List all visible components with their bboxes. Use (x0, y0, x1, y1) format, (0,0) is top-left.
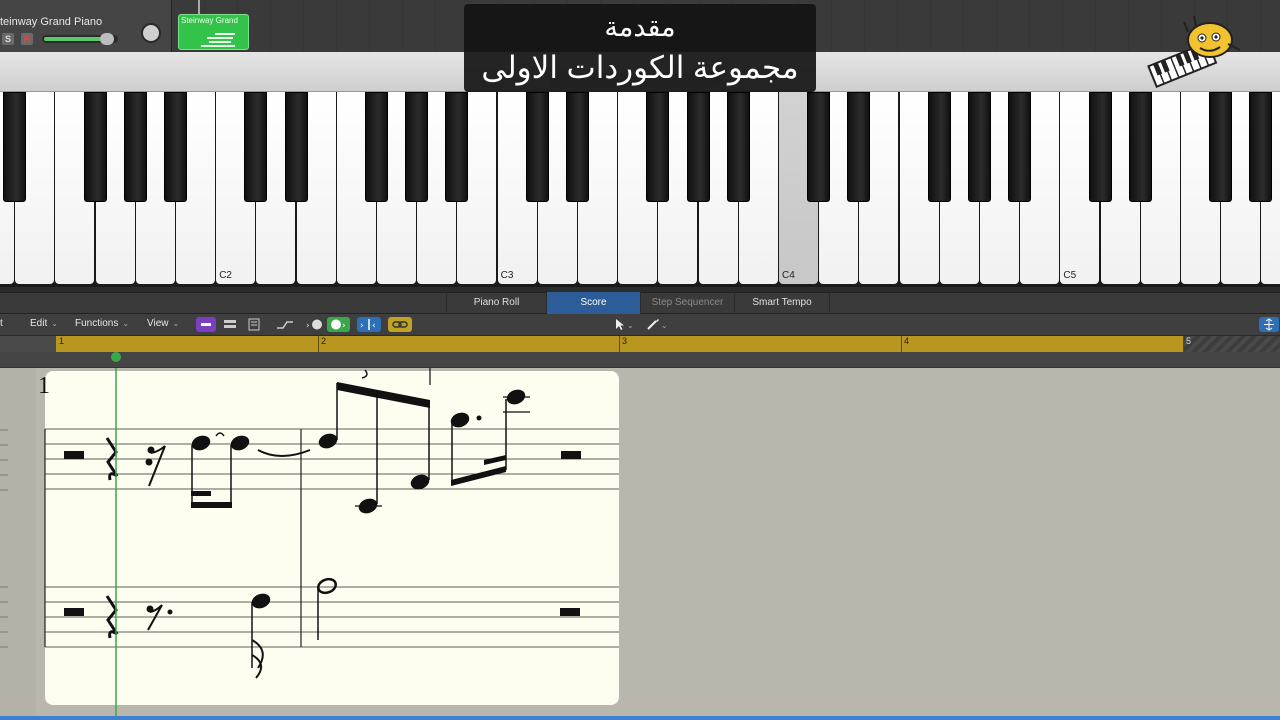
black-key[interactable] (1128, 92, 1152, 202)
tab-piano-roll[interactable]: Piano Roll (446, 292, 546, 314)
treble-notes (191, 368, 530, 514)
black-key[interactable] (807, 92, 831, 202)
functions-menu-label: Functions (75, 318, 119, 329)
tab-step-sequencer[interactable]: Step Sequencer (640, 292, 734, 314)
black-key[interactable] (1088, 92, 1112, 202)
functions-menu[interactable]: Functions ⌄ (75, 318, 129, 329)
black-key[interactable] (405, 92, 429, 202)
bar-tick (619, 336, 620, 352)
black-key[interactable] (164, 92, 187, 202)
svg-text:‹: ‹ (372, 321, 376, 331)
score-sets-icon[interactable] (244, 317, 264, 332)
ruler-header (0, 336, 55, 352)
tab-score[interactable]: Score (546, 292, 640, 314)
black-key[interactable] (1008, 92, 1032, 202)
pan-knob[interactable] (141, 23, 161, 43)
page-view-icon[interactable] (220, 317, 240, 332)
black-key[interactable] (927, 92, 951, 202)
score-toolbar (0, 314, 1280, 336)
solo-button[interactable]: S (2, 33, 14, 45)
marker-lane[interactable] (0, 352, 1280, 368)
edit-menu[interactable]: Edit ⌄ (30, 318, 58, 329)
automation-curve-icon[interactable] (274, 317, 296, 332)
black-key[interactable] (525, 92, 549, 202)
black-key[interactable] (284, 92, 308, 202)
linear-view-icon[interactable] (196, 317, 216, 332)
bar-tick (318, 336, 319, 352)
header-staff-ticks (0, 429, 8, 648)
track-name[interactable]: teinway Grand Piano (0, 16, 102, 28)
black-key[interactable] (83, 92, 107, 202)
black-key[interactable] (968, 92, 991, 202)
bass-staff (45, 586, 619, 648)
bar-tick (901, 336, 902, 352)
window-bottom-edge (0, 716, 1280, 720)
key-label: C4 (782, 270, 795, 281)
black-key[interactable] (3, 92, 27, 202)
black-key[interactable] (365, 92, 388, 202)
chevron-down-icon: ⌄ (51, 319, 58, 328)
svg-text:⌄: ⌄ (661, 321, 668, 330)
bar-number-label: 4 (904, 336, 910, 346)
key-label: C3 (500, 270, 514, 281)
edge-menu[interactable]: t (0, 318, 3, 329)
channel-logo (1140, 12, 1244, 92)
bar-number-label: 2 (321, 336, 327, 346)
key-label: C2 (219, 270, 232, 281)
black-key[interactable] (847, 92, 871, 202)
black-key[interactable] (244, 92, 268, 202)
view-menu[interactable]: View ⌄ (147, 318, 179, 329)
view-menu-label: View (147, 318, 169, 329)
bar-tick (1183, 336, 1184, 352)
tab-smart-tempo[interactable]: Smart Tempo (734, 292, 830, 314)
black-key[interactable] (123, 92, 147, 202)
playhead-handle[interactable] (111, 352, 121, 362)
black-key[interactable] (566, 92, 589, 202)
chevron-down-icon: ⌄ (172, 319, 180, 328)
link-icon[interactable] (388, 317, 412, 332)
edge-menu-label: t (0, 318, 3, 329)
bar-number-label: 3 (622, 336, 628, 346)
svg-text:›: › (342, 321, 346, 331)
midi-out-icon[interactable]: › (327, 317, 350, 332)
region-name: Steinway Grand (181, 16, 238, 25)
caption-subtitle: مجموعة الكوردات الاولى (481, 50, 799, 85)
edit-menu-label: Edit (30, 318, 48, 329)
key-label: C5 (1063, 270, 1077, 281)
black-key[interactable] (1209, 92, 1233, 202)
chevron-down-icon: ⌄ (122, 319, 130, 328)
volume-slider-fill (44, 37, 106, 41)
black-key[interactable] (1249, 92, 1273, 202)
bar-tick (55, 336, 56, 352)
svg-text:›: › (306, 321, 310, 331)
black-key[interactable] (726, 92, 750, 202)
ruler-inactive-area[interactable] (1184, 336, 1280, 352)
black-key[interactable] (445, 92, 469, 202)
record-enable-button[interactable]: R (21, 33, 33, 45)
catch-playhead-icon[interactable]: › ‹ (357, 317, 381, 332)
bar-number-label: 5 (1186, 336, 1192, 346)
pencil-tool-icon[interactable]: ⌄ (643, 317, 671, 332)
caption-title: مقدمة (604, 12, 676, 42)
vertical-zoom-icon[interactable] (1259, 317, 1279, 332)
pointer-tool-icon[interactable]: ⌄ (611, 317, 637, 332)
bass-notes (251, 577, 337, 679)
midi-in-icon[interactable]: › (304, 317, 324, 332)
black-key[interactable] (686, 92, 710, 202)
bar-number-label: 1 (59, 336, 65, 346)
score-notation[interactable] (0, 368, 1280, 720)
volume-slider-handle[interactable] (100, 33, 114, 45)
svg-text:›: › (360, 321, 364, 331)
svg-text:⌄: ⌄ (627, 321, 634, 330)
black-key[interactable] (646, 92, 670, 202)
playhead-marker[interactable] (198, 0, 200, 14)
piano-keyboard[interactable]: C2 C3 C4 C5 (0, 92, 1280, 287)
